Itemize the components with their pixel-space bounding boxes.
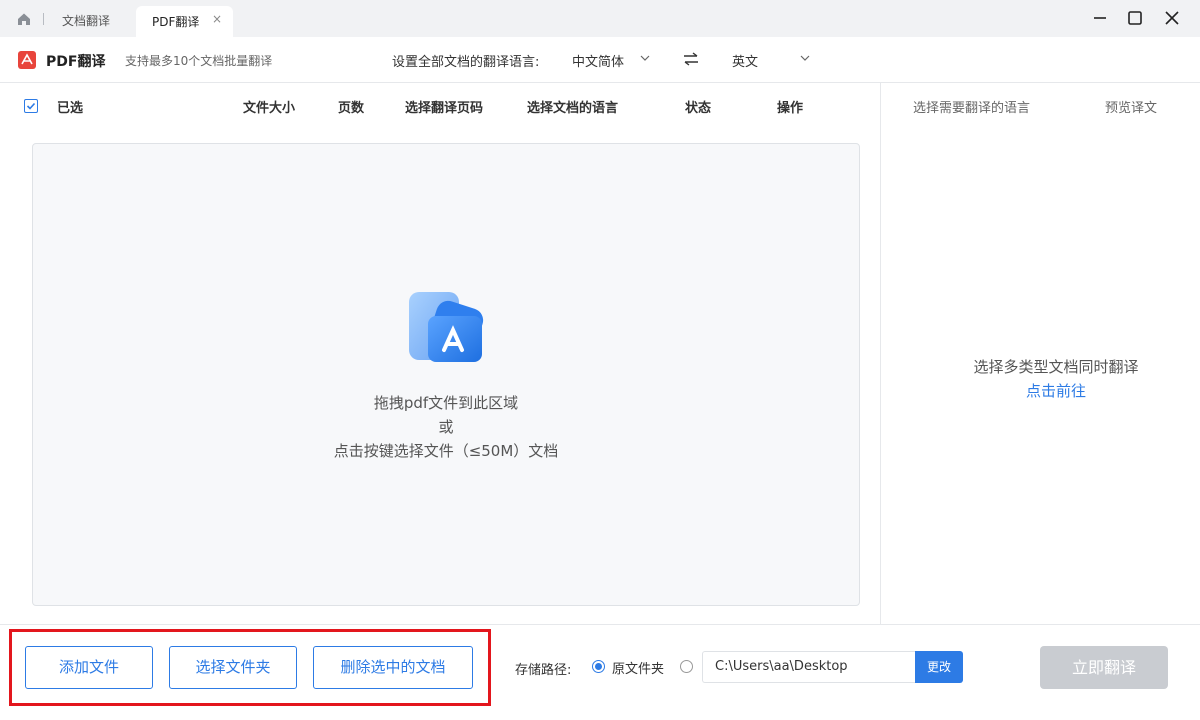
column-header-file-size: 文件大小: [243, 101, 296, 116]
column-header-actions: 操作: [777, 101, 804, 116]
swap-languages-icon[interactable]: [683, 52, 699, 66]
bottom-bar: 添加文件 选择文件夹 删除选中的文档 存储路径: 原文件夹 C:\Users\a…: [0, 624, 1200, 720]
tab-divider: [43, 13, 44, 25]
original-folder-label: 原文件夹: [612, 662, 665, 677]
pdf-logo-icon: [18, 51, 36, 69]
chevron-down-icon[interactable]: [800, 54, 810, 62]
delete-selected-button[interactable]: 删除选中的文档: [313, 646, 473, 689]
language-setting-label: 设置全部文档的翻译语言:: [392, 55, 540, 70]
pdf-upload-icon: [409, 292, 484, 362]
add-file-button[interactable]: 添加文件: [25, 646, 153, 689]
tab-close-icon[interactable]: ×: [212, 12, 222, 26]
checkmark-icon: [26, 102, 36, 110]
tab-label: PDF翻译: [152, 15, 200, 29]
go-now-link[interactable]: 点击前往: [881, 380, 1200, 401]
close-window-icon[interactable]: [1162, 8, 1182, 28]
change-path-button[interactable]: 更改: [915, 651, 963, 683]
target-language-select[interactable]: 英文: [732, 51, 758, 70]
toolbar: PDF翻译 支持最多10个文档批量翻译 设置全部文档的翻译语言: 中文简体 英文: [0, 37, 1200, 83]
preview-header-preview: 预览译文: [1105, 101, 1158, 116]
file-drop-zone[interactable]: 拖拽pdf文件到此区域 或 点击按键选择文件（≤50M）文档: [32, 143, 860, 606]
radio-custom-path[interactable]: [680, 660, 693, 673]
storage-path-label: 存储路径:: [515, 663, 572, 678]
column-header-doc-language: 选择文档的语言: [527, 101, 619, 116]
preview-header-language: 选择需要翻译的语言: [913, 101, 1031, 116]
select-folder-button[interactable]: 选择文件夹: [169, 646, 297, 689]
column-header-pages: 页数: [338, 101, 365, 116]
minimize-icon[interactable]: [1090, 8, 1110, 28]
storage-path-field[interactable]: C:\Users\aa\Desktop: [702, 651, 916, 683]
tab-pdf-translate[interactable]: PDF翻译 ×: [136, 6, 233, 37]
drop-hint-line3: 点击按键选择文件（≤50M）文档: [333, 442, 559, 460]
home-icon[interactable]: [16, 11, 32, 27]
title-bar: 文档翻译 PDF翻译 ×: [0, 0, 1200, 37]
preview-panel: 选择需要翻译的语言 预览译文 选择多类型文档同时翻译 点击前往: [880, 83, 1200, 624]
page-title: PDF翻译: [46, 54, 106, 70]
column-header-page-range: 选择翻译页码: [405, 101, 484, 116]
translate-now-button[interactable]: 立即翻译: [1040, 646, 1168, 689]
file-table-header: 已选 文件大小 页数 选择翻译页码 选择文档的语言 状态 操作: [0, 83, 880, 127]
chevron-down-icon[interactable]: [640, 54, 650, 62]
source-language-select[interactable]: 中文简体: [572, 51, 624, 70]
column-header-status: 状态: [685, 101, 712, 116]
select-all-checkbox[interactable]: [24, 99, 38, 113]
tab-document-translate[interactable]: 文档翻译: [62, 12, 110, 29]
drop-hint-or: 或: [438, 418, 454, 436]
drop-hint-line1: 拖拽pdf文件到此区域: [373, 394, 519, 412]
column-header-selected: 已选: [57, 101, 84, 116]
app-window: 文档翻译 PDF翻译 × PDF翻译 支持最多10个文档批量翻译 设置全部文档的…: [0, 0, 1200, 720]
radio-original-folder[interactable]: [592, 660, 605, 673]
page-subtitle: 支持最多10个文档批量翻译: [125, 54, 273, 68]
multi-type-message: 选择多类型文档同时翻译: [973, 358, 1139, 376]
maximize-icon[interactable]: [1125, 8, 1145, 28]
